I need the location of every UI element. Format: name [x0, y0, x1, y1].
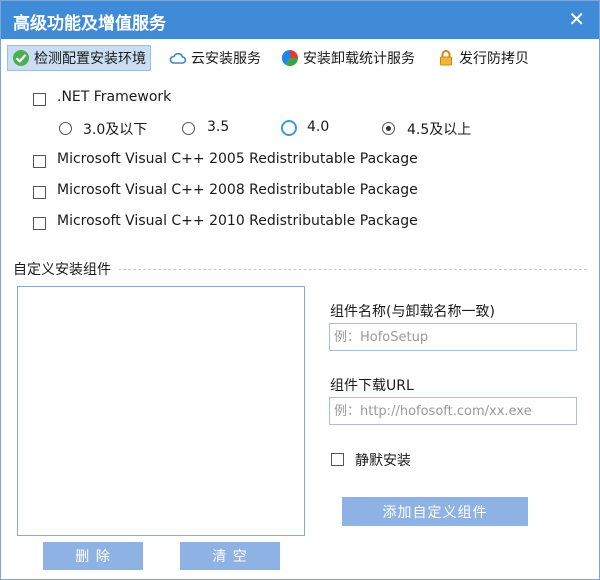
radio-net-4-5[interactable] — [382, 122, 395, 135]
add-custom-component-button[interactable]: 添加自定义组件 — [342, 497, 528, 526]
tab-anti-copy[interactable]: 发行防拷贝 — [433, 45, 533, 71]
radio-net-3-0[interactable] — [59, 122, 72, 135]
tab-label: 检测配置安装环境 — [34, 51, 146, 67]
lock-icon — [440, 50, 452, 66]
radio-net-4-0-label: 4.0 — [307, 119, 330, 135]
vc2010-checkbox[interactable] — [33, 217, 46, 230]
netframework-label: .NET Framework — [57, 89, 172, 105]
close-icon[interactable]: ✕ — [568, 7, 585, 31]
cloud-icon — [169, 52, 187, 64]
tab-bar: 检测配置安装环境 云安装服务 安装卸载统计服务 发行防拷贝 — [1, 41, 599, 73]
radio-net-3-5-label: 3.5 — [207, 119, 230, 135]
delete-button[interactable]: 删 除 — [43, 542, 143, 570]
title-bar: 高级功能及增值服务 ✕ — [1, 1, 599, 39]
vc2005-label: Microsoft Visual C++ 2005 Redistributabl… — [57, 151, 418, 167]
silent-install-label: 静默安装 — [355, 453, 411, 469]
tab-label: 发行防拷贝 — [459, 51, 529, 67]
radio-net-3-0-label: 3.0及以下 — [83, 122, 148, 138]
component-name-input[interactable] — [329, 323, 577, 351]
radio-net-3-5[interactable] — [182, 122, 195, 135]
silent-install-checkbox[interactable] — [331, 453, 344, 466]
vc2008-checkbox[interactable] — [33, 186, 46, 199]
tab-check-environment[interactable]: 检测配置安装环境 — [7, 45, 151, 71]
radio-net-4-5-label: 4.5及以上 — [407, 122, 472, 138]
radio-net-4-0[interactable] — [281, 120, 297, 136]
netframework-checkbox[interactable] — [33, 93, 46, 106]
component-url-label: 组件下载URL — [330, 378, 414, 394]
tab-label: 安装卸载统计服务 — [303, 51, 415, 67]
pie-chart-icon — [281, 49, 299, 67]
vc2005-checkbox[interactable] — [33, 155, 46, 168]
component-name-label: 组件名称(与卸载名称一致) — [330, 304, 495, 320]
tab-install-stats[interactable]: 安装卸载统计服务 — [277, 45, 419, 71]
tab-label: 云安装服务 — [191, 51, 261, 67]
component-url-input[interactable] — [329, 397, 577, 425]
clear-button[interactable]: 清 空 — [180, 542, 280, 570]
window-title: 高级功能及增值服务 — [13, 14, 166, 34]
vc2008-label: Microsoft Visual C++ 2008 Redistributabl… — [57, 182, 418, 198]
vc2010-label: Microsoft Visual C++ 2010 Redistributabl… — [57, 213, 418, 229]
tab-cloud-install[interactable]: 云安装服务 — [165, 45, 265, 71]
custom-components-list[interactable] — [17, 286, 305, 536]
dialog-window: 高级功能及增值服务 ✕ 检测配置安装环境 云安装服务 安装卸载统计服务 发行防拷… — [0, 0, 600, 580]
check-circle-icon — [13, 50, 29, 66]
custom-section-title: 自定义安装组件 — [13, 259, 119, 279]
